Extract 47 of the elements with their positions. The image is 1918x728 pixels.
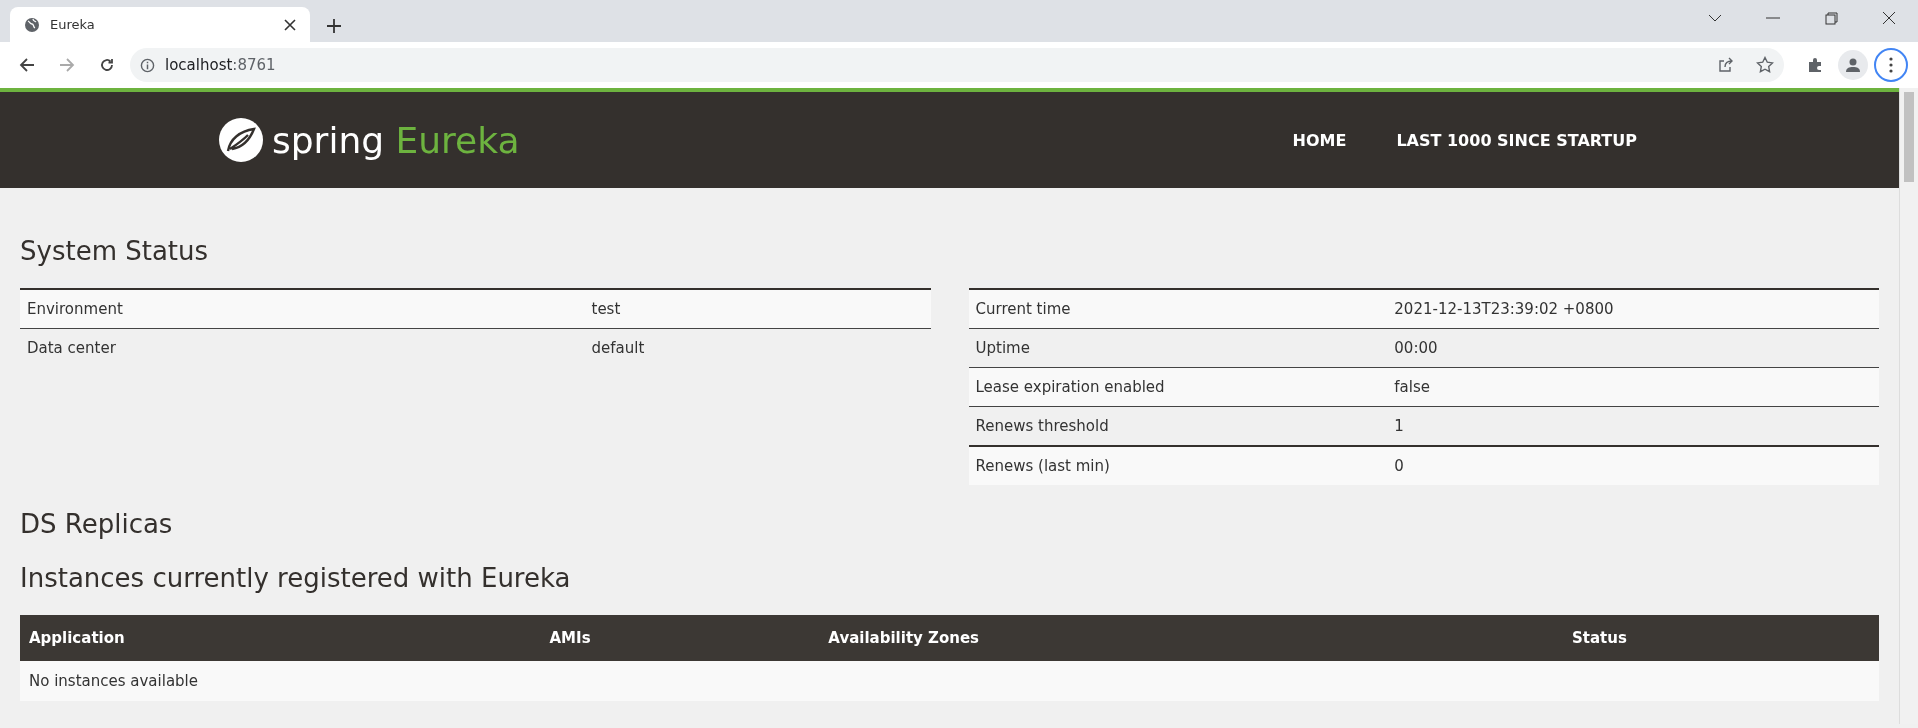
leaf-logo-icon — [218, 117, 264, 163]
new-tab-button[interactable] — [324, 16, 344, 36]
status-value: test — [584, 289, 931, 329]
reload-icon — [99, 57, 115, 73]
nav-link[interactable]: HOME — [1292, 130, 1347, 150]
forward-arrow-icon — [59, 57, 75, 73]
close-icon — [1882, 11, 1896, 25]
status-value: 0 — [1387, 446, 1879, 485]
status-label: Renews threshold — [968, 406, 1388, 446]
close-icon[interactable] — [284, 18, 296, 31]
column-header: Application — [20, 615, 541, 661]
nav-link[interactable]: LAST 1000 SINCE STARTUP — [1396, 130, 1637, 150]
tab-title: Eureka — [50, 17, 96, 32]
column-header: Status — [1562, 615, 1879, 661]
status-label: Uptime — [968, 328, 1388, 368]
status-label: Data center — [20, 328, 585, 367]
status-label: Lease expiration enabled — [968, 367, 1388, 407]
status-label: Current time — [968, 289, 1388, 329]
url-text: localhost:8761 — [165, 56, 276, 74]
status-value: 00:00 — [1387, 328, 1879, 368]
status-label: Environment — [20, 289, 585, 329]
status-value: 2021-12-13T23:39:02 +0800 — [1387, 289, 1879, 329]
chevron-down-icon — [1708, 14, 1722, 22]
column-header: AMIs — [540, 615, 820, 661]
more-vertical-icon — [1889, 57, 1893, 73]
address-field[interactable]: localhost:8761 — [130, 48, 1784, 82]
logo-text: spring Eureka — [272, 119, 520, 161]
status-value: 1 — [1387, 406, 1879, 446]
section-title: DS Replicas — [20, 509, 174, 539]
status-label: Renews (last min) — [968, 446, 1388, 485]
restore-icon — [1824, 11, 1838, 25]
globe-icon — [24, 16, 40, 33]
browser-tab[interactable]: Eureka — [10, 7, 310, 42]
section-title: Instances currently registered with Eureka — [20, 563, 572, 593]
share-icon[interactable] — [1718, 57, 1734, 73]
minimize-icon — [1766, 17, 1780, 19]
back-arrow-icon — [19, 57, 35, 73]
info-icon — [140, 57, 155, 73]
empty-message: No instances available — [20, 661, 1879, 701]
column-header: Availability Zones — [819, 615, 1563, 661]
menu-button[interactable] — [1874, 48, 1908, 82]
person-icon — [1845, 57, 1861, 73]
star-icon[interactable] — [1756, 56, 1774, 74]
section-title: System Status — [20, 236, 210, 266]
status-value: default — [584, 328, 931, 367]
profile-button[interactable] — [1838, 50, 1868, 80]
status-value: false — [1387, 367, 1879, 407]
